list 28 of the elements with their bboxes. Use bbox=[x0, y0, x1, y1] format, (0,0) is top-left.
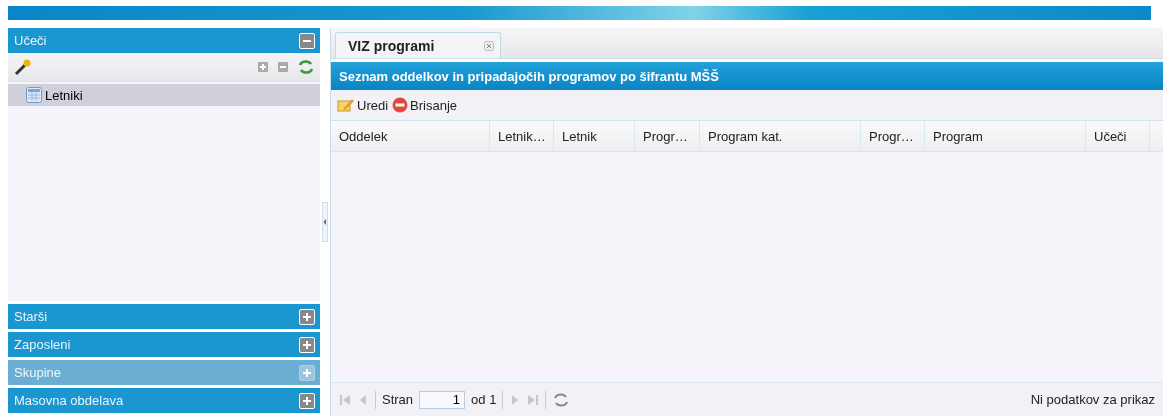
column-header[interactable]: Progr… bbox=[861, 121, 925, 151]
tree-item[interactable]: Letniki bbox=[8, 84, 320, 106]
tab[interactable]: VIZ programi bbox=[335, 32, 501, 58]
grid-title: Seznam oddelkov in pripadajočih programov po šifrantu MŠŠ bbox=[331, 62, 1163, 90]
edit-button[interactable]: Uredi bbox=[337, 97, 389, 113]
page-field[interactable]: 1 bbox=[419, 390, 466, 409]
delete-button[interactable]: Brisanje bbox=[392, 97, 458, 113]
table-icon bbox=[26, 87, 42, 103]
column-header[interactable]: Letnik… bbox=[490, 121, 554, 151]
collapse-all-icon[interactable] bbox=[278, 62, 288, 72]
edit-icon bbox=[337, 97, 355, 113]
close-icon[interactable] bbox=[484, 40, 494, 51]
refresh-icon[interactable] bbox=[298, 59, 314, 75]
page-count: od 1 bbox=[471, 392, 497, 407]
column-header[interactable]: Progr… bbox=[635, 121, 700, 151]
collapse-icon[interactable] bbox=[299, 32, 315, 49]
column-header[interactable]: Oddelek bbox=[331, 121, 490, 151]
column-header[interactable]: Letnik bbox=[554, 121, 635, 151]
page-label: Stran bbox=[382, 392, 414, 407]
column-header[interactable]: Program kat. bbox=[700, 121, 861, 151]
column-header[interactable]: Učeči bbox=[1086, 121, 1150, 151]
refresh-icon[interactable] bbox=[552, 390, 571, 409]
collapse-handle-icon[interactable] bbox=[322, 202, 328, 242]
delete-icon bbox=[392, 97, 409, 113]
status-text: Ni podatkov za prikaz bbox=[1030, 392, 1155, 407]
magic-wand-icon[interactable] bbox=[14, 58, 32, 76]
column-header[interactable]: Program bbox=[925, 121, 1086, 151]
expand-all-icon[interactable] bbox=[258, 62, 268, 72]
